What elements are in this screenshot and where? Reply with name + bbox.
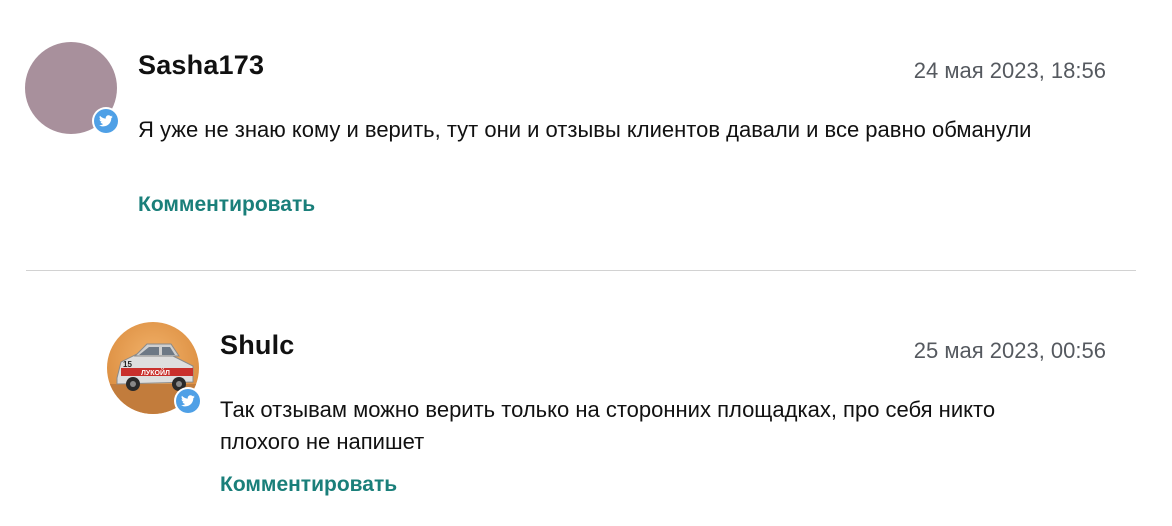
comment-date: 24 мая 2023, 18:56 <box>913 58 1106 83</box>
comment-date: 25 мая 2023, 00:56 <box>913 338 1106 363</box>
comment-username[interactable]: Shulc <box>220 330 295 361</box>
reply-button[interactable]: Комментировать <box>138 193 315 217</box>
comment-text: Я уже не знаю кому и верить, тут они и о… <box>138 117 1032 142</box>
twitter-badge <box>92 107 120 135</box>
comment-divider <box>26 270 1136 271</box>
svg-text:15: 15 <box>123 360 132 369</box>
avatar[interactable]: 15 ЛУКОЙЛ <box>107 322 202 415</box>
twitter-bird-icon <box>176 389 200 413</box>
twitter-badge <box>174 387 202 415</box>
comment-username[interactable]: Sasha173 <box>138 50 264 81</box>
comment-text: Так отзывам можно верить только на сторо… <box>220 397 996 454</box>
svg-text:ЛУКОЙЛ: ЛУКОЙЛ <box>141 368 170 377</box>
reply-button[interactable]: Комментировать <box>220 473 397 497</box>
avatar[interactable] <box>25 42 120 135</box>
twitter-bird-icon <box>94 109 118 133</box>
